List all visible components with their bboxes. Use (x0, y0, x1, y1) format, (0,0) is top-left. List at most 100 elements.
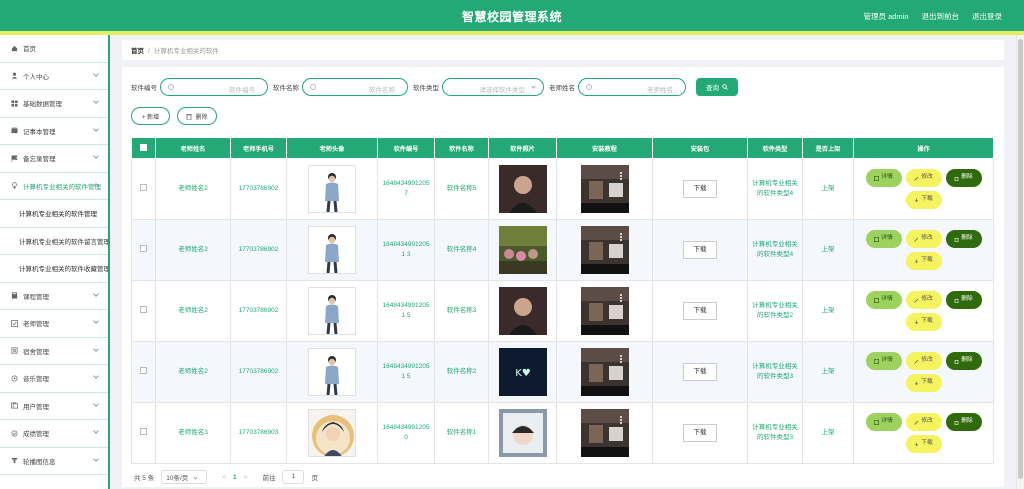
delete-button[interactable]: 删除 (946, 413, 982, 431)
download-button[interactable]: 下载 (906, 374, 942, 392)
sidebar-item-label: 成绩管理 (23, 428, 49, 438)
prev-page-button[interactable]: < (222, 474, 226, 481)
next-page-button[interactable]: > (244, 474, 248, 481)
row-checkbox[interactable] (140, 428, 147, 435)
select-all-checkbox[interactable] (140, 144, 147, 151)
tutorial-video-player[interactable] (581, 165, 629, 213)
sidebar-item-label: 轮播图信息 (23, 456, 56, 466)
delete-row-label: 删除 (961, 236, 973, 242)
sidebar-item[interactable]: 基础数据管理 (0, 90, 108, 118)
teacher-avatar-image[interactable] (308, 165, 356, 213)
sidebar-item[interactable]: 个人中心 (0, 63, 108, 91)
sidebar-item-label: 首页 (23, 43, 36, 53)
package-download-button[interactable]: 下载 (683, 180, 717, 198)
package-download-button[interactable]: 下载 (683, 302, 717, 320)
software-photo-image[interactable] (499, 165, 547, 213)
tutorial-video-player[interactable] (581, 226, 629, 274)
edit-button[interactable]: 修改 (906, 169, 942, 187)
column-header: 操作 (854, 138, 994, 159)
sidebar-subitem[interactable]: 计算机专业相关的软件收藏管理 (0, 255, 108, 283)
software-photo-image[interactable] (499, 409, 547, 457)
sidebar-item[interactable]: 用户管理 (0, 393, 108, 421)
sidebar-item[interactable]: 首页 (0, 35, 108, 63)
page-size-select[interactable]: 10条/页 (161, 470, 207, 484)
edit-button[interactable]: 修改 (906, 352, 942, 370)
tutorial-video-player[interactable] (581, 348, 629, 396)
sidebar-item[interactable]: 课程管理 (0, 283, 108, 311)
package-download-button[interactable]: 下载 (683, 241, 717, 259)
sidebar-subitem[interactable]: 计算机专业相关的软件管理 (0, 200, 108, 228)
software-photo-image[interactable] (499, 287, 547, 335)
teacher-avatar-image[interactable] (308, 287, 356, 335)
logout-link[interactable]: 退出登录 (972, 11, 1002, 22)
delete-button[interactable]: 删除 (946, 169, 982, 187)
delete-button[interactable]: 删除 (946, 230, 982, 248)
package-download-button[interactable]: 下载 (683, 424, 717, 442)
row-checkbox[interactable] (140, 245, 147, 252)
tutorial-video-player[interactable] (581, 287, 629, 335)
sidebar-item[interactable]: 计算机专业相关的软件管理 (0, 173, 108, 201)
software-photo-image[interactable] (499, 226, 547, 274)
row-checkbox[interactable] (140, 306, 147, 313)
search-input[interactable]: 软件名称 (302, 78, 408, 96)
goto-page-input[interactable]: 1 (282, 470, 304, 484)
detail-button[interactable]: 详情 (866, 230, 902, 248)
teacher-avatar-image[interactable] (308, 348, 356, 396)
edit-button[interactable]: 修改 (906, 413, 942, 431)
chevron-down-icon (93, 71, 99, 77)
download-button[interactable]: 下载 (906, 435, 942, 453)
row-checkbox[interactable] (140, 184, 147, 191)
teacher-name-cell: 老师姓名2 (156, 342, 231, 403)
search-input[interactable]: 软件编号 (160, 78, 268, 96)
scrollbar-thumb[interactable] (1018, 39, 1023, 479)
teacher-avatar-image[interactable] (308, 226, 356, 274)
detail-button[interactable]: 详情 (866, 352, 902, 370)
sidebar-subitem[interactable]: 计算机专业相关的软件留言管理 (0, 228, 108, 256)
software-type-cell: 计算机专业相关的软件类型4 (748, 220, 803, 281)
software-type-select[interactable]: 请选择软件类型 (442, 78, 544, 96)
software-photo-image[interactable]: K♥ (499, 348, 547, 396)
search-input[interactable]: 老师姓名 (578, 78, 686, 96)
sidebar-item[interactable]: 记事本管理 (0, 118, 108, 146)
list-icon (874, 298, 879, 303)
delete-button[interactable]: 删除 (946, 352, 982, 370)
download-button[interactable]: 下载 (906, 252, 942, 270)
add-label: + 新增 (142, 112, 159, 121)
query-button[interactable]: 查询 (696, 78, 738, 96)
page-scrollbar[interactable] (1016, 35, 1024, 489)
page-size-value: 10条/页 (166, 472, 188, 482)
download-button[interactable]: 下载 (906, 191, 942, 209)
shelf-status-cell: 上架 (803, 220, 854, 281)
table-header-row: 老师姓名老师手机号老师头像软件编号软件名称软件照片安装教程安装包软件类型是否上架… (132, 138, 994, 159)
sidebar-item[interactable]: 音乐管理 (0, 365, 108, 393)
sidebar-item[interactable]: 宿舍管理 (0, 338, 108, 366)
sidebar-item[interactable]: 轮播图信息 (0, 448, 108, 476)
back-to-front-link[interactable]: 退出到前台 (922, 11, 960, 22)
breadcrumb-home[interactable]: 首页 (131, 48, 144, 55)
edit-button[interactable]: 修改 (906, 291, 942, 309)
download-button[interactable]: 下载 (906, 313, 942, 331)
package-download-button[interactable]: 下载 (683, 363, 717, 381)
row-checkbox[interactable] (140, 367, 147, 374)
sidebar-item[interactable]: 成绩管理 (0, 420, 108, 448)
sidebar-item[interactable]: 老师管理 (0, 310, 108, 338)
batch-delete-button[interactable]: 删除 (177, 107, 217, 125)
teacher-avatar-image[interactable] (308, 409, 356, 457)
search-field-label: 软件编号 (131, 82, 157, 92)
delete-button[interactable]: 删除 (946, 291, 982, 309)
add-button[interactable]: + 新增 (131, 107, 170, 125)
row-select-cell (132, 220, 156, 281)
detail-button[interactable]: 详情 (866, 291, 902, 309)
software-type-cell: 计算机专业相关的软件类型2 (748, 281, 803, 342)
edit-button[interactable]: 修改 (906, 230, 942, 248)
download-label: 下载 (921, 197, 933, 203)
detail-button[interactable]: 详情 (866, 169, 902, 187)
download-label: 下载 (921, 441, 933, 447)
bulb-icon (10, 182, 18, 190)
column-header: 老师姓名 (156, 138, 231, 159)
page-number-1[interactable]: 1 (233, 474, 237, 481)
detail-button[interactable]: 详情 (866, 413, 902, 431)
chevron-down-icon (93, 126, 99, 132)
sidebar-item[interactable]: 备忘录管理 (0, 145, 108, 173)
tutorial-video-player[interactable] (581, 409, 629, 457)
